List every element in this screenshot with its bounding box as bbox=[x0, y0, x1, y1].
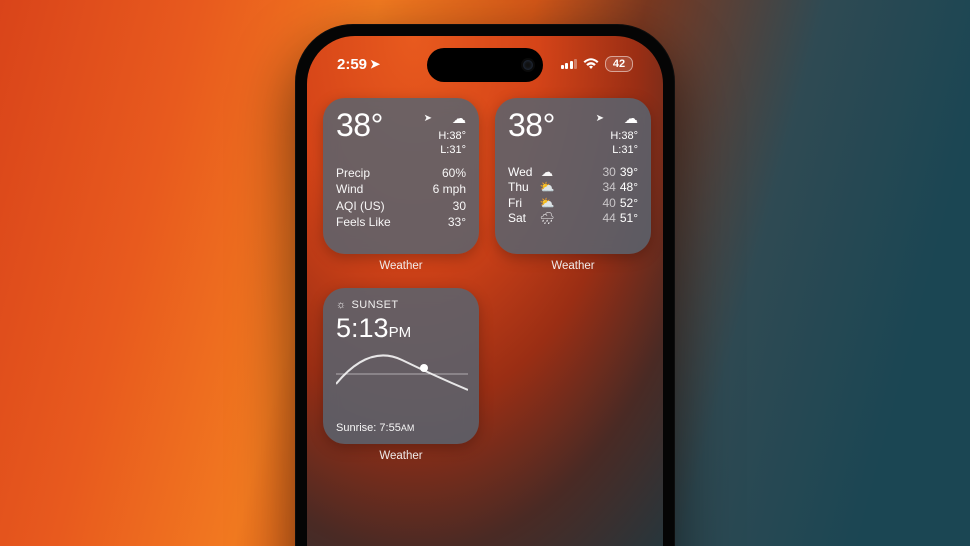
sunrise-time: Sunrise: 7:55AM bbox=[336, 422, 414, 434]
forecast-row: Fri⛅4052° bbox=[508, 196, 638, 210]
forecast-temps: 4052° bbox=[558, 196, 638, 210]
current-temp: 38° bbox=[336, 109, 383, 141]
cloud-icon: ☁ bbox=[452, 109, 466, 127]
location-arrow-icon: ➤ bbox=[596, 112, 604, 125]
detail-row: Feels Like 33° bbox=[336, 215, 466, 229]
current-temp: 38° bbox=[508, 109, 555, 141]
widget-wrap-details: 38° ➤ ☁ H:38° L:31° Precip 60% Wind 6 mph AQ… bbox=[323, 98, 479, 272]
forecast-condition-icon: ⛅ bbox=[536, 196, 558, 210]
forecast-temps: 3039° bbox=[558, 165, 638, 179]
location-icon: ➤ bbox=[370, 57, 380, 71]
detail-key: Precip bbox=[336, 166, 370, 180]
forecast-condition-icon: ⛅ bbox=[536, 180, 558, 194]
detail-key: AQI (US) bbox=[336, 199, 385, 213]
sun-path-curve bbox=[336, 350, 466, 392]
forecast-temps: 3448° bbox=[558, 180, 638, 194]
forecast-condition-icon: ☁ bbox=[536, 165, 558, 179]
forecast-row: Thu⛅3448° bbox=[508, 180, 638, 194]
sunset-icon: ☼ bbox=[336, 299, 346, 311]
detail-value: 60% bbox=[442, 166, 466, 180]
forecast-row: Sat🌧4451° bbox=[508, 211, 638, 225]
battery-indicator: 42 bbox=[605, 56, 633, 72]
forecast-day: Thu bbox=[508, 180, 536, 194]
wifi-icon bbox=[583, 58, 599, 70]
detail-value: 6 mph bbox=[433, 182, 466, 196]
detail-key: Wind bbox=[336, 182, 363, 196]
widget-label: Weather bbox=[551, 260, 594, 272]
iphone-screen[interactable]: 2:59 ➤ 42 bbox=[307, 36, 663, 546]
detail-value: 30 bbox=[453, 199, 466, 213]
background: 2:59 ➤ 42 bbox=[0, 0, 970, 546]
widget-label: Weather bbox=[379, 450, 422, 462]
forecast-day: Sat bbox=[508, 211, 536, 225]
low-temp: L:31° bbox=[596, 143, 638, 157]
iphone-frame: 2:59 ➤ 42 bbox=[295, 24, 675, 546]
high-temp: H:38° bbox=[424, 129, 466, 143]
weather-details-widget[interactable]: 38° ➤ ☁ H:38° L:31° Precip 60% Wind 6 mph AQ… bbox=[323, 98, 479, 254]
cellular-signal-icon bbox=[561, 59, 578, 69]
detail-value: 33° bbox=[448, 215, 466, 229]
high-temp: H:38° bbox=[596, 129, 638, 143]
weather-sunset-widget[interactable]: ☼ SUNSET 5:13PM bbox=[323, 288, 479, 444]
weather-forecast-widget[interactable]: 38° ➤ ☁ H:38° L:31° Wed☁3039°Thu⛅3448°Fr… bbox=[495, 98, 651, 254]
detail-row: AQI (US) 30 bbox=[336, 199, 466, 213]
location-arrow-icon: ➤ bbox=[424, 112, 432, 125]
widget-wrap-sunset: ☼ SUNSET 5:13PM bbox=[323, 288, 479, 462]
status-time: 2:59 bbox=[337, 56, 367, 73]
detail-row: Wind 6 mph bbox=[336, 182, 466, 196]
forecast-condition-icon: 🌧 bbox=[536, 211, 558, 225]
forecast-temps: 4451° bbox=[558, 211, 638, 225]
detail-key: Feels Like bbox=[336, 215, 391, 229]
home-screen-grid[interactable]: 38° ➤ ☁ H:38° L:31° Precip 60% Wind 6 mph AQ… bbox=[307, 98, 663, 462]
detail-row: Precip 60% bbox=[336, 166, 466, 180]
sunset-time: 5:13PM bbox=[336, 313, 466, 344]
low-temp: L:31° bbox=[424, 143, 466, 157]
forecast-day: Fri bbox=[508, 196, 536, 210]
widget-label: Weather bbox=[379, 260, 422, 272]
status-bar: 2:59 ➤ 42 bbox=[307, 50, 663, 78]
forecast-row: Wed☁3039° bbox=[508, 165, 638, 179]
widget-wrap-forecast: 38° ➤ ☁ H:38° L:31° Wed☁3039°Thu⛅3448°Fr… bbox=[495, 98, 651, 272]
forecast-day: Wed bbox=[508, 165, 536, 179]
cloud-icon: ☁ bbox=[624, 109, 638, 127]
sunset-title: SUNSET bbox=[351, 299, 398, 311]
